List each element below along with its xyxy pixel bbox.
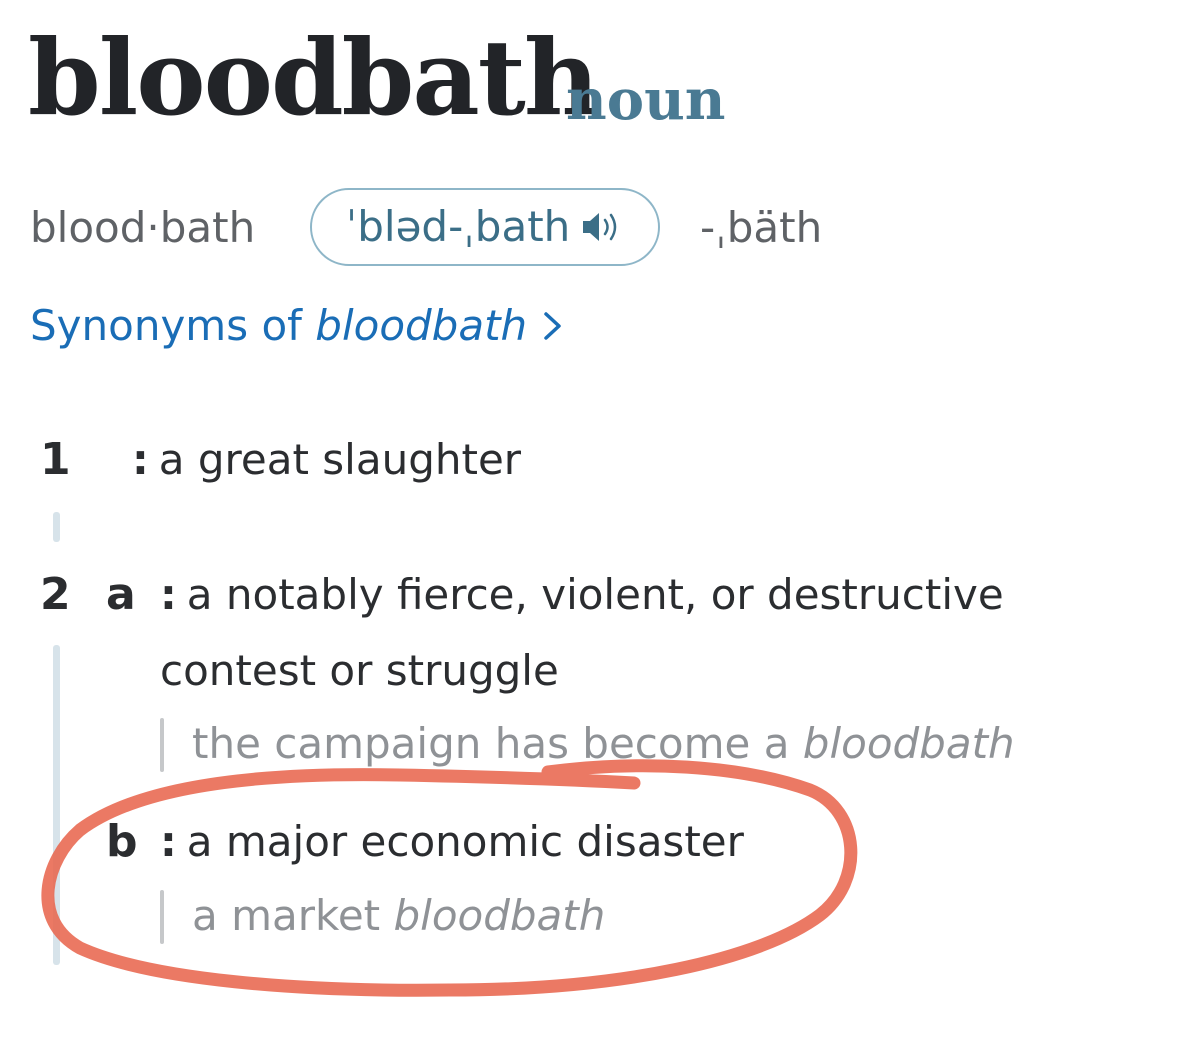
sense-2a-definition-text: a notably fierce, violent, or destructiv… bbox=[160, 570, 1004, 695]
sense-number-2: 2 bbox=[40, 569, 71, 620]
sense-divider-line bbox=[53, 512, 60, 542]
definition-colon: : bbox=[132, 435, 149, 484]
sense-1-definition: :a great slaughter bbox=[132, 422, 1032, 498]
sense-2a-example-word: bloodbath bbox=[802, 719, 1015, 768]
synonyms-link-prefix: Synonyms of bbox=[30, 301, 316, 350]
part-of-speech: noun bbox=[566, 67, 726, 133]
pronunciation-variant: -ˌbäth bbox=[700, 203, 823, 252]
sense-2-guide-line bbox=[53, 645, 60, 965]
sense-2a-example: the campaign has become a bloodbath bbox=[160, 714, 1015, 774]
sense-2b-definition: :a major economic disaster bbox=[160, 804, 1060, 880]
sense-2a-example-text: the campaign has become a bbox=[192, 719, 803, 768]
sense-number-1: 1 bbox=[40, 434, 71, 485]
sense-2b-example: a market bloodbath bbox=[160, 886, 605, 946]
synonyms-link[interactable]: Synonyms of bloodbath bbox=[30, 296, 565, 356]
definition-colon: : bbox=[160, 570, 177, 619]
example-bar bbox=[160, 718, 164, 772]
chevron-right-icon bbox=[541, 298, 565, 340]
sense-2b-example-word: bloodbath bbox=[393, 891, 606, 940]
subsense-letter-a: a bbox=[106, 569, 136, 620]
syllable-breakdown: blood·bath bbox=[30, 203, 256, 252]
sense-2b-definition-text: a major economic disaster bbox=[186, 817, 744, 866]
synonyms-link-word: bloodbath bbox=[315, 301, 528, 350]
speaker-icon bbox=[580, 207, 624, 247]
sense-2a-definition: :a notably fierce, violent, or destructi… bbox=[160, 557, 1060, 709]
pronunciation-audio-button[interactable]: ˈbləd-ˌbath bbox=[310, 188, 660, 266]
headword: bloodbath bbox=[28, 16, 599, 139]
subsense-letter-b: b bbox=[106, 816, 138, 867]
sense-1-definition-text: a great slaughter bbox=[158, 435, 522, 484]
example-bar bbox=[160, 890, 164, 944]
definition-colon: : bbox=[160, 817, 177, 866]
pronunciation-text: ˈbləd-ˌbath bbox=[345, 202, 571, 251]
sense-2b-example-text: a market bbox=[192, 891, 394, 940]
